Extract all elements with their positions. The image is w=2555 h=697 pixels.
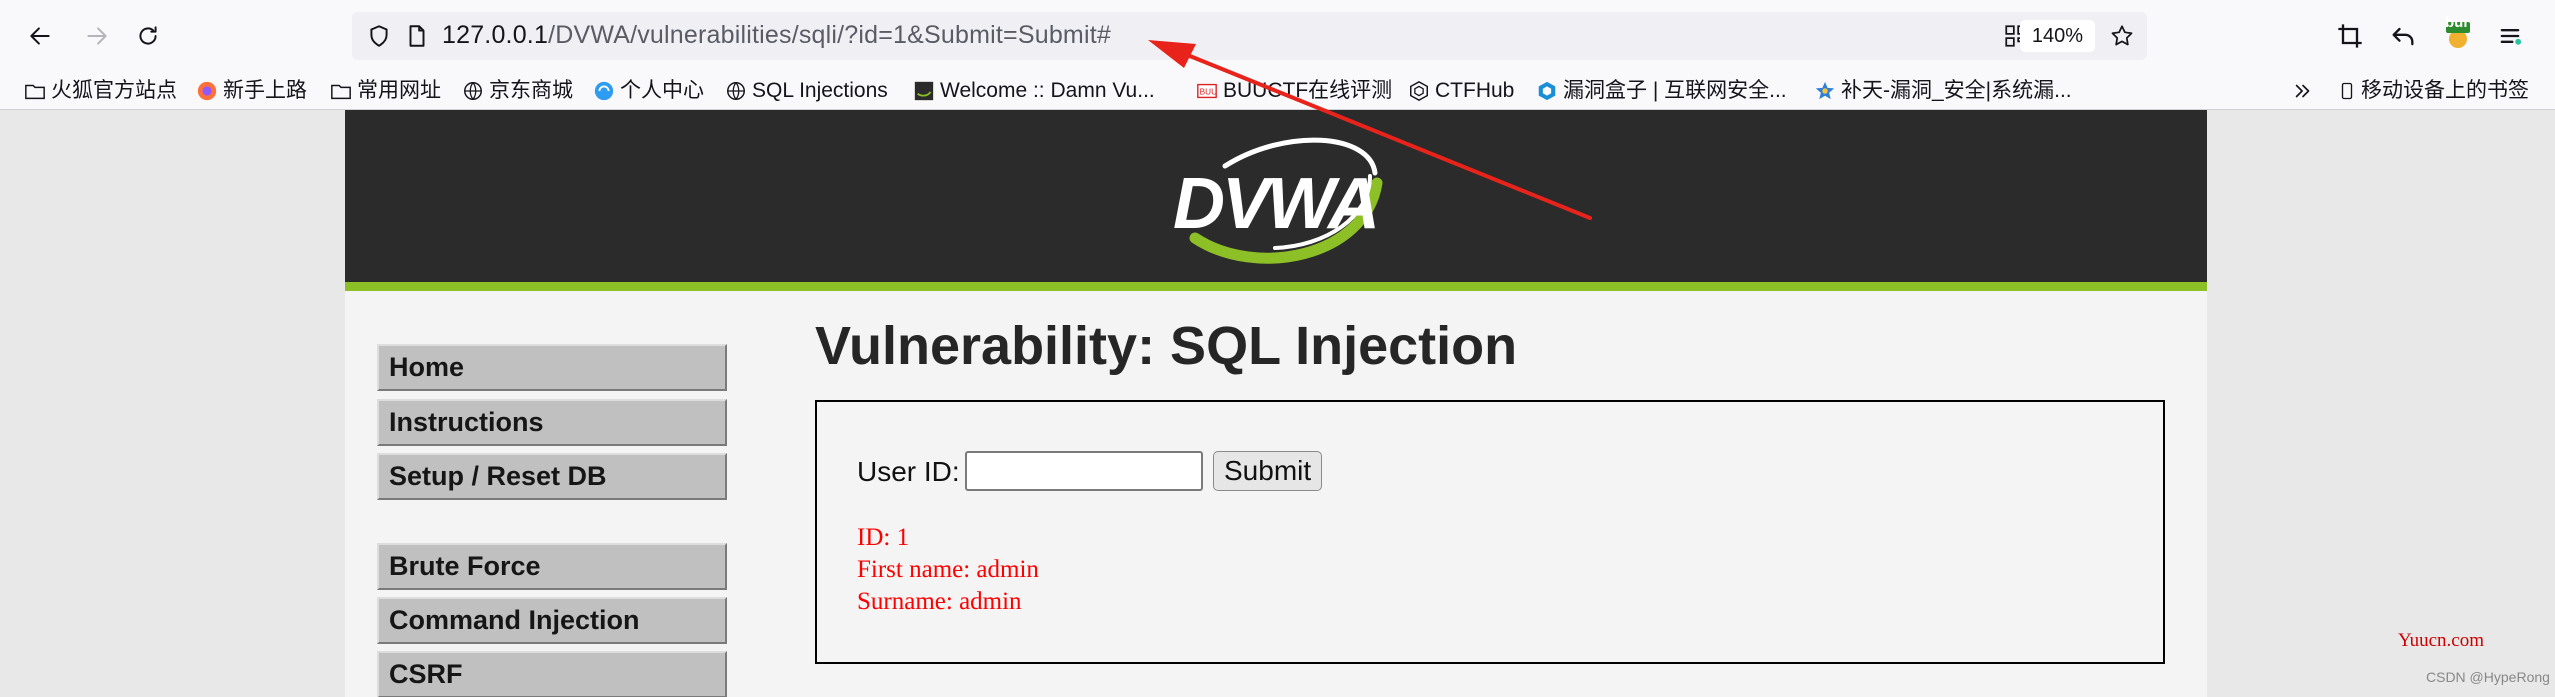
screenshot-button[interactable] <box>2328 14 2372 58</box>
bookmarks-overflow-button[interactable] <box>2292 76 2319 106</box>
result-surname: Surname: admin <box>857 588 1022 615</box>
bookmark-buuctf[interactable]: BUU BUUCTF在线评测 <box>1196 76 1392 106</box>
forward-arrow-icon <box>87 27 107 45</box>
shield-icon[interactable] <box>366 23 392 49</box>
url-text[interactable]: 127.0.0.1/DVWA/vulnerabilities/sqli/?id=… <box>442 21 1111 50</box>
bookmark-label: 火狐官方站点 <box>51 79 177 102</box>
bookmark-ctfhub[interactable]: CTFHub <box>1408 76 1514 106</box>
page-viewport: DVWA Home Instructions Setup / Reset DB … <box>0 110 2555 697</box>
back-button[interactable] <box>18 14 62 58</box>
dvwa-header: DVWA <box>345 110 2207 282</box>
dvwa-icon <box>914 81 934 101</box>
menu-item-command-injection[interactable]: Command Injection <box>377 597 727 644</box>
bookmark-label: Welcome :: Damn Vu... <box>940 79 1155 102</box>
submit-button[interactable]: Submit <box>1213 451 1323 491</box>
url-path: /DVWA/vulnerabilities/sqli/?id=1&Submit=… <box>548 21 1111 49</box>
star-icon[interactable] <box>2109 23 2135 49</box>
url-host: 127.0.0.1 <box>442 21 549 49</box>
bookmark-label: 新手上路 <box>223 79 307 102</box>
page-title: Vulnerability: SQL Injection <box>815 316 1518 376</box>
user-id-label: User ID: <box>857 456 960 487</box>
bookmark-label: CTFHub <box>1435 79 1515 102</box>
bookmarks-bar: 火狐官方站点 新手上路 常用网址 京东商城 个人中心 SQL Injection… <box>0 72 2555 110</box>
burp-extension-button[interactable]: bur <box>2436 14 2480 58</box>
menu-item-home[interactable]: Home <box>377 344 727 391</box>
bookmark-sql-injections[interactable]: SQL Injections <box>725 76 888 106</box>
bookmark-getting-started[interactable]: 新手上路 <box>196 76 307 106</box>
extension-badge: bur <box>2445 14 2470 31</box>
ctfhub-icon <box>1410 80 1428 102</box>
bookmark-common-sites[interactable]: 常用网址 <box>330 76 441 106</box>
url-bar[interactable]: 127.0.0.1/DVWA/vulnerabilities/sqli/?id=… <box>352 12 2147 60</box>
result-first-name: First name: admin <box>857 556 1039 583</box>
folder-icon <box>331 84 351 100</box>
double-chevron-right-icon <box>2295 84 2310 98</box>
undo-icon <box>2392 27 2414 46</box>
page-icon[interactable] <box>404 23 430 49</box>
firefox-icon <box>197 81 217 101</box>
menu-item-brute-force[interactable]: Brute Force <box>377 543 727 590</box>
user-id-input[interactable] <box>965 451 1203 491</box>
app-menu-button[interactable] <box>2488 14 2532 58</box>
forward-button[interactable] <box>75 14 119 58</box>
menu-item-csrf[interactable]: CSRF <box>377 651 727 697</box>
browser-toolbar: 127.0.0.1/DVWA/vulnerabilities/sqli/?id=… <box>0 0 2555 72</box>
bookmark-label: 京东商城 <box>489 79 573 102</box>
bookmark-butian[interactable]: 补天-漏洞_安全|系统漏... <box>1814 76 2072 106</box>
bookmark-label: BUUCTF在线评测 <box>1223 79 1393 102</box>
dvwa-logo: DVWA <box>1173 137 1383 264</box>
bookmark-label: 常用网址 <box>357 79 441 102</box>
back-arrow-icon <box>30 27 50 45</box>
bookmark-label: 漏洞盒子 | 互联网安全... <box>1563 79 1787 102</box>
crop-icon <box>2338 24 2362 48</box>
undo-close-button[interactable] <box>2381 14 2425 58</box>
reload-icon <box>139 26 157 45</box>
menu-item-instructions[interactable]: Instructions <box>377 399 727 446</box>
vulnerable-code-area: User ID: Submit ID: 1 First name: admin Su… <box>815 400 2165 664</box>
vulbox-icon <box>1538 81 1556 101</box>
bookmark-label: 移动设备上的书签 <box>2361 79 2529 102</box>
bookmark-jd[interactable]: 京东商城 <box>462 76 573 106</box>
globe-icon <box>727 82 745 100</box>
dvwa-container: DVWA Home Instructions Setup / Reset DB … <box>345 110 2207 697</box>
query-result: ID: 1 First name: admin Surname: admin <box>857 522 1039 618</box>
profile-icon <box>594 81 614 101</box>
svg-text:BUU: BUU <box>1200 88 1217 97</box>
bookmark-label: SQL Injections <box>752 79 888 102</box>
author-watermark: CSDN @HypeRong <box>2426 669 2550 685</box>
bookmark-mobile[interactable]: 移动设备上的书签 <box>2338 76 2529 106</box>
reload-button[interactable] <box>126 14 170 58</box>
mobile-device-icon <box>2341 82 2353 100</box>
result-id: ID: 1 <box>857 524 910 551</box>
bookmark-firefox-official[interactable]: 火狐官方站点 <box>24 76 177 106</box>
svg-text:DVWA: DVWA <box>1173 164 1377 244</box>
site-watermark: Yuucn.com <box>2398 630 2485 651</box>
menu-item-setup-reset-db[interactable]: Setup / Reset DB <box>377 453 727 500</box>
globe-icon <box>464 82 482 100</box>
hamburger-menu-icon <box>2500 29 2522 45</box>
bookmark-label: 补天-漏洞_安全|系统漏... <box>1841 79 2072 102</box>
header-accent-stripe <box>345 282 2207 291</box>
bookmark-dvwa-welcome[interactable]: Welcome :: Damn Vu... <box>913 76 1155 106</box>
bookmark-vulbox[interactable]: 漏洞盒子 | 互联网安全... <box>1536 76 1787 106</box>
bookmark-label: 个人中心 <box>620 79 704 102</box>
butian-icon <box>1815 81 1835 100</box>
zoom-level[interactable]: 140% <box>2019 20 2095 52</box>
buu-icon: BUU <box>1197 83 1217 99</box>
bookmark-personal-center[interactable]: 个人中心 <box>593 76 704 106</box>
folder-icon <box>25 84 45 100</box>
